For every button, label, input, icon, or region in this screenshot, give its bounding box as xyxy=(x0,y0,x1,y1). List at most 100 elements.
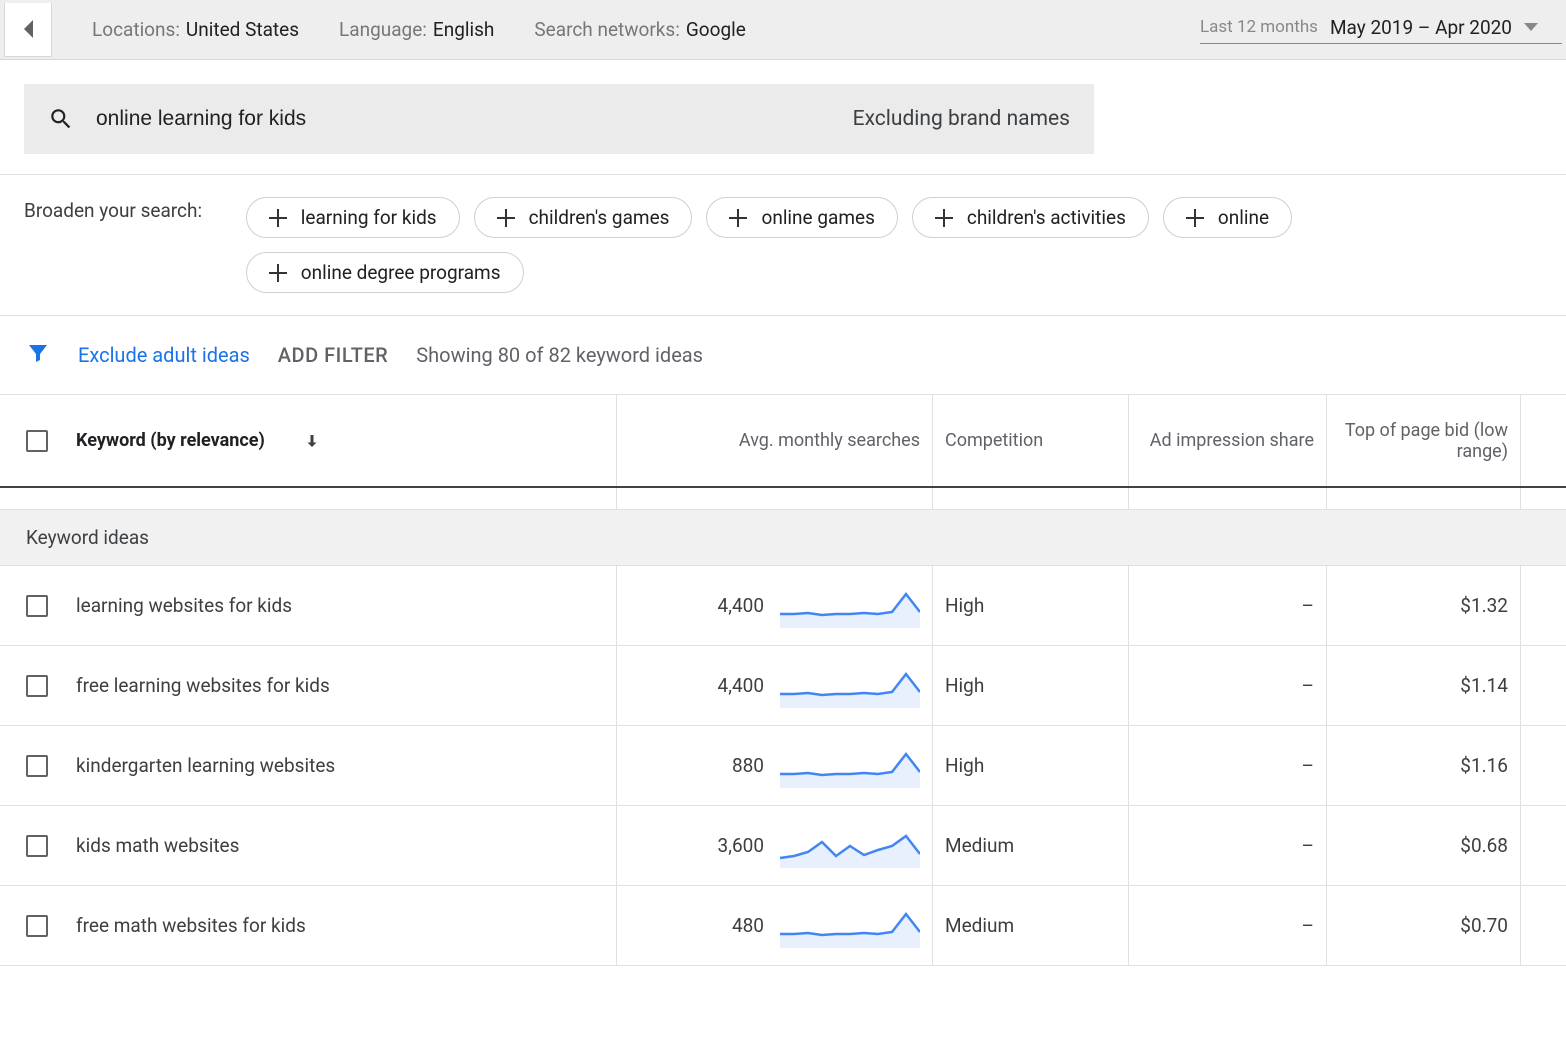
date-prefix: Last 12 months xyxy=(1200,17,1318,37)
competition-cell: High xyxy=(945,594,984,617)
plus-icon xyxy=(1186,209,1204,227)
filter-icon[interactable] xyxy=(26,341,50,370)
keyword-cell: kids math websites xyxy=(76,834,239,857)
searches-cell: 4,400 xyxy=(718,674,764,697)
broaden-chip[interactable]: online degree programs xyxy=(246,252,524,293)
col-impression-header[interactable]: Ad impression share xyxy=(1128,395,1326,486)
col-searches-header[interactable]: Avg. monthly searches xyxy=(616,395,932,486)
spacer-row xyxy=(0,488,1566,510)
plus-icon xyxy=(935,209,953,227)
bid-cell: $1.14 xyxy=(1460,674,1508,697)
table-body: learning websites for kids 4,400 High – $1.3… xyxy=(0,566,1566,966)
plus-icon xyxy=(729,209,747,227)
caret-down-icon xyxy=(1524,23,1538,31)
sparkline-chart xyxy=(780,904,920,948)
locations-setting[interactable]: Locations: United States xyxy=(92,18,299,41)
broaden-chip[interactable]: children's games xyxy=(474,197,693,238)
impression-cell: – xyxy=(1302,594,1314,617)
row-checkbox[interactable] xyxy=(26,915,48,937)
row-checkbox[interactable] xyxy=(26,755,48,777)
chip-label: online xyxy=(1218,206,1269,229)
chip-label: learning for kids xyxy=(301,206,437,229)
search-bar-section: Excluding brand names xyxy=(0,60,1566,174)
col-keyword-header[interactable]: Keyword (by relevance) xyxy=(0,430,616,452)
language-value: English xyxy=(433,18,494,41)
language-setting[interactable]: Language: English xyxy=(339,18,494,41)
searches-cell: 880 xyxy=(732,754,764,777)
settings-bar: Locations: United States Language: Engli… xyxy=(0,0,1566,60)
networks-setting[interactable]: Search networks: Google xyxy=(534,18,745,41)
broaden-chip[interactable]: learning for kids xyxy=(246,197,460,238)
sort-down-icon xyxy=(303,432,321,450)
networks-label: Search networks: xyxy=(534,18,679,41)
keyword-cell: free math websites for kids xyxy=(76,914,306,937)
networks-value: Google xyxy=(686,18,746,41)
search-bar[interactable]: Excluding brand names xyxy=(24,84,1094,154)
language-label: Language: xyxy=(339,18,427,41)
broaden-search-section: Broaden your search: learning for kids ch… xyxy=(0,174,1566,316)
competition-cell: High xyxy=(945,674,984,697)
competition-cell: High xyxy=(945,754,984,777)
results-count: Showing 80 of 82 keyword ideas xyxy=(416,343,703,367)
col-keyword-label: Keyword (by relevance) xyxy=(76,430,265,451)
col-competition-header[interactable]: Competition xyxy=(932,395,1128,486)
search-input[interactable] xyxy=(74,107,853,131)
date-range-picker[interactable]: Last 12 months May 2019 – Apr 2020 xyxy=(1200,16,1562,44)
table-row: kindergarten learning websites 880 High – $1… xyxy=(0,726,1566,806)
table-header: Keyword (by relevance) Avg. monthly sear… xyxy=(0,394,1566,488)
table-row: kids math websites 3,600 Medium – $0.68 xyxy=(0,806,1566,886)
chip-label: online degree programs xyxy=(301,261,501,284)
impression-cell: – xyxy=(1302,674,1314,697)
keyword-cell: kindergarten learning websites xyxy=(76,754,335,777)
sparkline-chart xyxy=(780,664,920,708)
searches-cell: 4,400 xyxy=(718,594,764,617)
competition-cell: Medium xyxy=(945,834,1014,857)
sparkline-chart xyxy=(780,584,920,628)
keyword-ideas-header: Keyword ideas xyxy=(0,510,1566,566)
broaden-chip[interactable]: online xyxy=(1163,197,1292,238)
locations-label: Locations: xyxy=(92,18,180,41)
chevron-left-icon xyxy=(21,18,35,40)
broaden-label: Broaden your search: xyxy=(24,197,218,226)
table-row: free math websites for kids 480 Medium – $0.… xyxy=(0,886,1566,966)
filter-bar: Exclude adult ideas Add filter Showing 8… xyxy=(0,316,1566,394)
chip-label: online games xyxy=(761,206,874,229)
broaden-chips: learning for kids children's games online … xyxy=(246,197,1542,293)
select-all-checkbox[interactable] xyxy=(26,430,48,452)
search-icon xyxy=(48,106,74,132)
table-row: learning websites for kids 4,400 High – $1.3… xyxy=(0,566,1566,646)
plus-icon xyxy=(497,209,515,227)
impression-cell: – xyxy=(1302,914,1314,937)
row-checkbox[interactable] xyxy=(26,595,48,617)
impression-cell: – xyxy=(1302,754,1314,777)
sparkline-chart xyxy=(780,824,920,868)
chip-label: children's games xyxy=(529,206,670,229)
sparkline-chart xyxy=(780,744,920,788)
searches-cell: 3,600 xyxy=(718,834,764,857)
bid-cell: $0.70 xyxy=(1460,914,1508,937)
search-filter-tag[interactable]: Excluding brand names xyxy=(853,107,1070,131)
bid-cell: $1.16 xyxy=(1460,754,1508,777)
table-row: free learning websites for kids 4,400 High… xyxy=(0,646,1566,726)
row-checkbox[interactable] xyxy=(26,675,48,697)
exclude-adult-link[interactable]: Exclude adult ideas xyxy=(78,343,250,367)
impression-cell: – xyxy=(1302,834,1314,857)
bid-cell: $0.68 xyxy=(1460,834,1508,857)
plus-icon xyxy=(269,209,287,227)
locations-value: United States xyxy=(186,18,299,41)
add-filter-button[interactable]: Add filter xyxy=(278,343,388,367)
plus-icon xyxy=(269,264,287,282)
broaden-chip[interactable]: children's activities xyxy=(912,197,1149,238)
keyword-cell: free learning websites for kids xyxy=(76,674,330,697)
competition-cell: Medium xyxy=(945,914,1014,937)
broaden-chip[interactable]: online games xyxy=(706,197,897,238)
searches-cell: 480 xyxy=(732,914,764,937)
bid-cell: $1.32 xyxy=(1460,594,1508,617)
col-bid-header[interactable]: Top of page bid (low range) xyxy=(1326,395,1520,486)
date-range: May 2019 – Apr 2020 xyxy=(1330,16,1512,39)
back-button[interactable] xyxy=(4,3,52,57)
col-end xyxy=(1520,395,1566,486)
keyword-cell: learning websites for kids xyxy=(76,594,292,617)
chip-label: children's activities xyxy=(967,206,1126,229)
row-checkbox[interactable] xyxy=(26,835,48,857)
